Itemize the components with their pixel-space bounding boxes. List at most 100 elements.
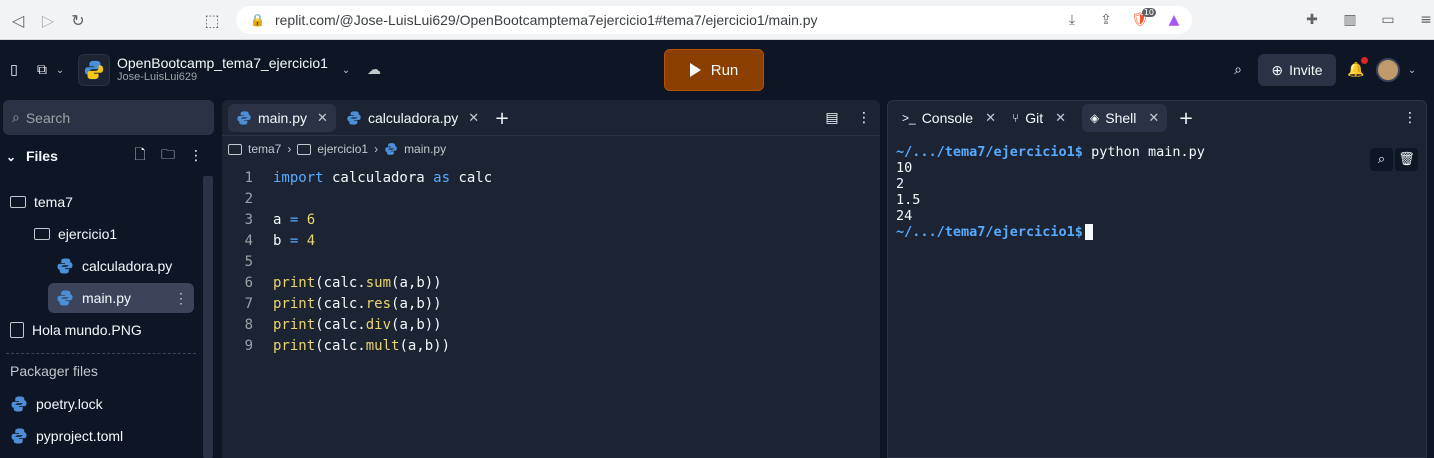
close-icon[interactable]: ✕: [468, 111, 479, 126]
shell-prompt: ~/.../tema7/ejercicio1$: [896, 144, 1083, 160]
lock-icon: 🔒: [250, 13, 265, 27]
files-label: Files: [25, 148, 58, 164]
bookmark-icon[interactable]: ⬚: [198, 6, 226, 34]
close-icon[interactable]: ✕: [985, 110, 996, 126]
brave-shield-icon[interactable]: 🛡 10: [1130, 8, 1156, 30]
sidebar-scrollbar[interactable]: [203, 176, 213, 458]
chevron-down-icon[interactable]: ⌄: [336, 60, 356, 80]
chevron-right-icon: ›: [287, 142, 292, 156]
sidebar-layout-icon[interactable]: ▯: [4, 60, 24, 80]
tree-file-poetry-lock[interactable]: poetry.lock: [10, 389, 103, 419]
tree-folder-ejercicio1[interactable]: ejercicio1: [34, 219, 117, 249]
extensions-icon[interactable]: ✚: [1302, 10, 1322, 30]
repl-title[interactable]: OpenBootcamp_tema7_ejercicio1: [117, 55, 328, 71]
code-line[interactable]: 7 print(calc.res(a,b)): [222, 293, 880, 314]
python-file-icon: [385, 143, 397, 155]
format-icon[interactable]: ▤: [822, 108, 842, 128]
chevron-down-icon[interactable]: ⌄: [50, 60, 70, 80]
more-options-icon[interactable]: ⋮: [1400, 108, 1420, 128]
terminal-output-line: 2: [896, 176, 905, 192]
terminal-output-line: 1.5: [896, 192, 921, 208]
code-line[interactable]: 6 print(calc.sum(a,b)): [222, 272, 880, 293]
chevron-down-icon[interactable]: ⌄: [1402, 60, 1422, 80]
code-line[interactable]: 4 b = 4: [222, 230, 880, 251]
shell-terminal[interactable]: ~/.../tema7/ejercicio1$ python main.py 1…: [896, 144, 1205, 240]
breadcrumb-item[interactable]: main.py: [404, 142, 446, 156]
code-line[interactable]: 3 a = 6: [222, 209, 880, 230]
code-line[interactable]: 9 print(calc.mult(a,b)): [222, 335, 880, 356]
tree-file-hola-mundo[interactable]: Hola mundo.PNG: [10, 315, 142, 345]
more-options-icon[interactable]: ⋮: [854, 108, 874, 128]
menu-icon[interactable]: ≡: [1416, 10, 1434, 30]
trash-icon[interactable]: 🗑: [1395, 148, 1418, 171]
sidebar-toggle-icon[interactable]: ▥: [1340, 10, 1360, 30]
close-icon[interactable]: ✕: [317, 111, 328, 126]
new-folder-icon[interactable]: 🗀: [158, 146, 178, 166]
tab-git[interactable]: ⑂ Git ✕: [1004, 104, 1074, 132]
breadcrumb-item[interactable]: tema7: [248, 142, 281, 156]
sidebar-divider: [6, 353, 196, 354]
code-editor[interactable]: 1 import calculadora as calc 2 3 a = 6 4 b = 4…: [222, 167, 880, 356]
code-line[interactable]: 2: [222, 188, 880, 209]
add-tab-icon[interactable]: +: [1176, 108, 1196, 129]
tab-main-py[interactable]: main.py ✕: [228, 104, 336, 132]
tree-item-label: main.py: [82, 290, 132, 306]
tab-console[interactable]: >_ Console ✕: [894, 104, 1004, 132]
replit-logo-icon[interactable]: ⧉: [32, 60, 52, 80]
terminal-icon: >_: [902, 111, 916, 125]
code-line[interactable]: 8 print(calc.div(a,b)): [222, 314, 880, 335]
add-user-icon: ⊕: [1271, 61, 1284, 78]
search-icon[interactable]: ⌕: [1228, 60, 1248, 80]
code-line[interactable]: 5: [222, 251, 880, 272]
back-icon[interactable]: ◁: [4, 6, 32, 34]
avatar[interactable]: [1376, 58, 1400, 82]
more-options-icon[interactable]: ⋮: [186, 146, 206, 166]
browser-toolbar: ◁ ▷ ↻ ⬚ 🔒 replit.com/@Jose-LuisLui629/Op…: [0, 0, 1434, 40]
tree-file-main[interactable]: main.py ⋮: [48, 283, 194, 313]
reload-icon[interactable]: ↻: [64, 6, 92, 34]
share-icon[interactable]: ⇪: [1096, 10, 1116, 30]
tab-shell[interactable]: ◈ Shell ✕: [1082, 104, 1168, 132]
tab-label: Git: [1025, 110, 1044, 126]
tab-calculadora-py[interactable]: calculadora.py ✕: [338, 104, 487, 132]
tree-folder-tema7[interactable]: tema7: [10, 187, 73, 217]
line-number: 1: [244, 169, 253, 186]
brave-rewards-icon[interactable]: ▲: [1164, 10, 1184, 30]
address-bar[interactable]: 🔒 replit.com/@Jose-LuisLui629/OpenBootca…: [236, 6, 1192, 34]
chevron-down-icon: ⌄: [6, 150, 17, 164]
close-icon[interactable]: ✕: [1148, 110, 1159, 126]
more-options-icon[interactable]: ⋮: [174, 290, 188, 307]
add-tab-icon[interactable]: +: [492, 108, 512, 129]
forward-icon[interactable]: ▷: [34, 6, 62, 34]
folder-icon: [34, 228, 50, 240]
tree-file-pyproject[interactable]: pyproject.toml: [10, 421, 123, 451]
code-text: print(calc.mult(a,b)): [273, 337, 451, 354]
tree-item-label: pyproject.toml: [36, 428, 124, 444]
line-number: 8: [244, 316, 253, 333]
line-number: 6: [244, 274, 253, 291]
tab-label: Console: [921, 110, 974, 126]
wallet-icon[interactable]: ▭: [1378, 10, 1398, 30]
python-file-icon: [11, 396, 27, 412]
shell-command: python main.py: [1082, 144, 1205, 160]
line-number: 9: [244, 337, 253, 354]
terminal-tools: ⌕ 🗑: [1370, 148, 1418, 171]
terminal-output-line: 10: [896, 160, 913, 176]
python-repl-icon: [78, 54, 110, 86]
breadcrumb: tema7 › ejercicio1 › main.py: [228, 142, 446, 156]
tree-file-calculadora[interactable]: calculadora.py: [56, 251, 172, 281]
close-icon[interactable]: ✕: [1055, 110, 1066, 126]
files-header[interactable]: ⌄ Files: [6, 148, 58, 164]
search-placeholder: Search: [25, 109, 71, 126]
new-file-icon[interactable]: 🗋: [130, 146, 150, 166]
download-icon[interactable]: ⤓: [1062, 10, 1082, 30]
search-input[interactable]: ⌕ Search: [3, 100, 214, 135]
breadcrumb-item[interactable]: ejercicio1: [317, 142, 368, 156]
tree-item-label: calculadora.py: [82, 258, 173, 274]
code-line[interactable]: 1 import calculadora as calc: [222, 167, 880, 188]
invite-button[interactable]: ⊕ Invite: [1258, 54, 1336, 86]
url-text: replit.com/@Jose-LuisLui629/OpenBootcamp…: [274, 12, 818, 28]
repl-owner[interactable]: Jose-LuisLui629: [117, 71, 197, 83]
run-button[interactable]: Run: [664, 49, 764, 91]
search-icon[interactable]: ⌕: [1370, 148, 1393, 171]
